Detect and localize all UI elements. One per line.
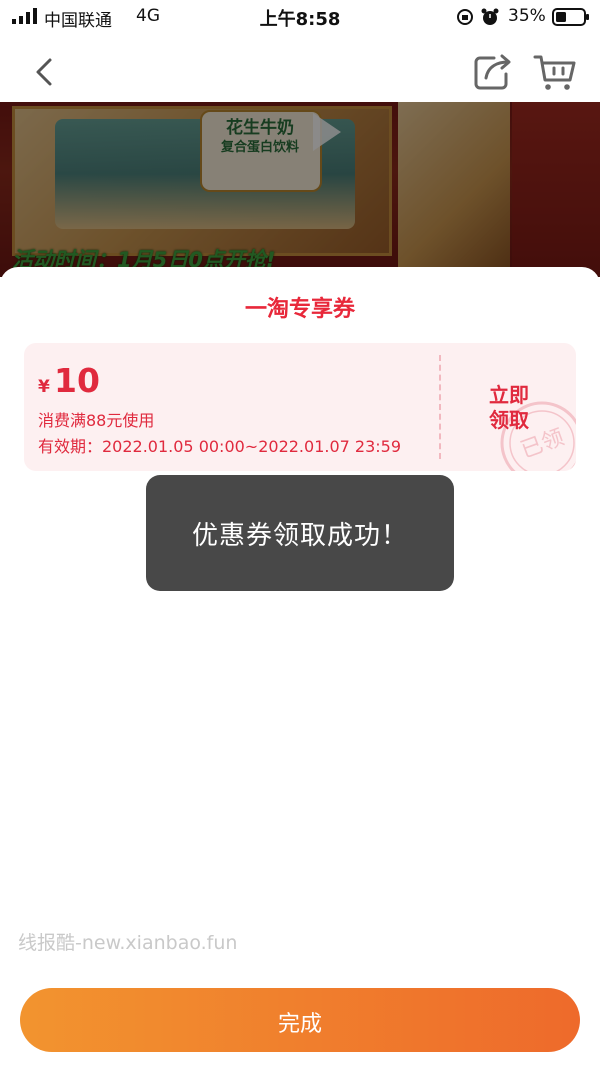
nav-bar [0, 34, 600, 102]
success-toast: 优惠券领取成功！ [146, 475, 454, 591]
battery-percent: 35% [508, 6, 546, 26]
done-button[interactable]: 完成 [20, 988, 580, 1052]
share-icon[interactable] [472, 52, 514, 92]
cart-icon[interactable] [532, 52, 578, 92]
coupon-currency: ¥ [38, 377, 50, 397]
battery-icon [552, 8, 589, 26]
done-label: 完成 [277, 1011, 322, 1036]
watermark: 线报酷-new.xianbao.fun [18, 932, 238, 954]
coupon-amount: 10 [54, 361, 100, 400]
alarm-icon [481, 8, 499, 25]
coupon-divider [439, 355, 441, 459]
coupon-card: ¥ 10 消费满88元使用 有效期：2022.01.05 00:00~2022.… [24, 343, 576, 471]
orientation-lock-icon [457, 9, 473, 25]
coupon-condition: 消费满88元使用 [38, 411, 155, 430]
coupon-validity: 有效期：2022.01.05 00:00~2022.01.07 23:59 [38, 437, 402, 456]
toast-message: 优惠券领取成功！ [191, 521, 408, 551]
dim-overlay[interactable] [0, 102, 600, 277]
claim-coupon-button[interactable]: 立即 领取 [478, 383, 540, 433]
back-icon[interactable] [24, 52, 64, 92]
status-bar: 中国联通 4G 上午8:58 35% [0, 0, 600, 34]
sheet-title: 一淘专享券 [244, 297, 355, 322]
